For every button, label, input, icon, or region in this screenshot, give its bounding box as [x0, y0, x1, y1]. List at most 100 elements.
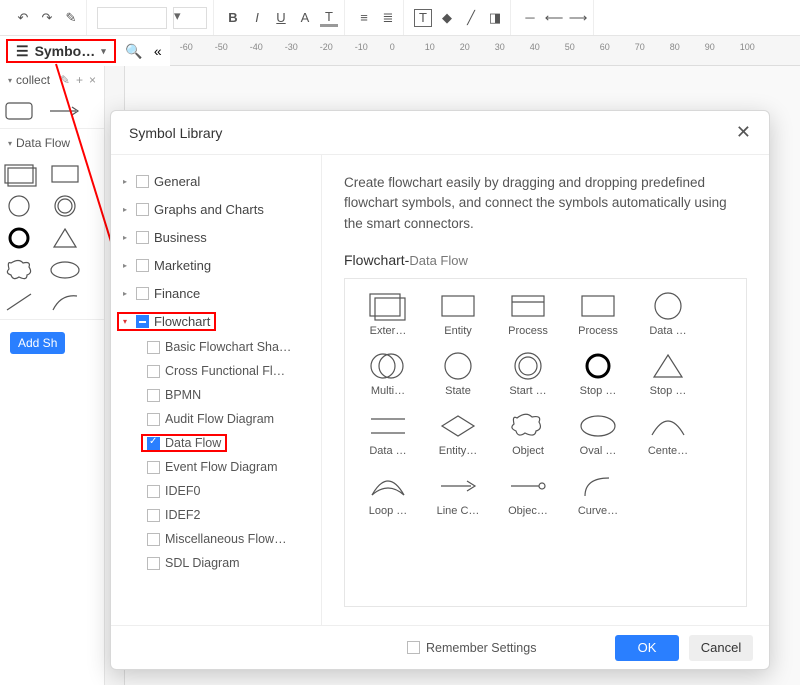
add-icon[interactable]: + — [76, 73, 83, 87]
search-icon[interactable]: 🔍 — [122, 43, 146, 60]
panel-shape-2[interactable] — [4, 195, 34, 217]
preview-shape[interactable]: State — [423, 351, 493, 397]
preview-shape[interactable]: Start … — [493, 351, 563, 397]
italic-icon[interactable]: I — [248, 9, 266, 27]
tree-subitem[interactable]: Data Flow — [111, 431, 321, 455]
tree-subitem[interactable]: Miscellaneous Flow… — [111, 527, 321, 551]
checkbox-icon — [147, 437, 160, 450]
arrow-end-icon[interactable]: ⟶ — [569, 9, 587, 27]
paint-icon[interactable]: ✎ — [62, 9, 80, 27]
arrow-start-icon[interactable]: ⟵ — [545, 9, 563, 27]
symbol-library-label: Symbo… — [35, 43, 96, 59]
ok-button[interactable]: OK — [615, 635, 679, 661]
tree-item[interactable]: ▸Business — [111, 223, 321, 251]
redo-icon[interactable]: ↷ — [38, 9, 56, 27]
collapse-panel-icon[interactable]: « — [146, 43, 170, 59]
preview-shape[interactable]: Line C… — [423, 471, 493, 517]
preview-shape[interactable]: Objec… — [493, 471, 563, 517]
format-toolbar: ↶ ↷ ✎ ▾ B I U A T ≡ ≣ T ◆ ╱ ◨ ─ ⟵ ⟶ — [0, 0, 800, 36]
tree-item[interactable]: ▸General — [111, 167, 321, 195]
checkbox-icon — [147, 461, 160, 474]
checkbox-icon — [147, 413, 160, 426]
panel-shape-5[interactable] — [50, 227, 80, 249]
tree-item[interactable]: ▸Finance — [111, 279, 321, 307]
symbol-library-button[interactable]: ☰ Symbo… ▾ — [6, 39, 116, 63]
tree-subitem[interactable]: IDEF2 — [111, 503, 321, 527]
shape-panel: ▾collect ✎+× ▾Data Flow Add Sh — [0, 66, 105, 685]
preview-shape[interactable]: Object — [493, 411, 563, 457]
align-icon[interactable]: ≡ — [355, 9, 373, 27]
preview-shape[interactable]: Multi… — [353, 351, 423, 397]
panel-shape-6[interactable] — [4, 259, 34, 281]
collect-section-header[interactable]: ▾collect ✎+× — [0, 66, 104, 94]
shape-rect[interactable] — [4, 100, 34, 122]
shape-preview-box: Exter…EntityProcessProcessData …Multi…St… — [344, 278, 747, 607]
shape-line-arrow[interactable] — [50, 100, 80, 122]
preview-shape[interactable]: Process — [563, 291, 633, 337]
panel-shape-0[interactable] — [4, 163, 34, 185]
preview-shape[interactable]: Stop … — [563, 351, 633, 397]
fill-icon[interactable]: ◆ — [438, 9, 456, 27]
preview-title: Flowchart-Data Flow — [344, 252, 747, 268]
undo-icon[interactable]: ↶ — [14, 9, 32, 27]
tree-subitem[interactable]: BPMN — [111, 383, 321, 407]
line-style-icon[interactable]: ╱ — [462, 9, 480, 27]
checkbox-icon — [147, 485, 160, 498]
tree-subitem[interactable]: Cross Functional Fl… — [111, 359, 321, 383]
remember-settings-checkbox[interactable]: Remember Settings — [407, 641, 536, 655]
checkbox-icon — [136, 315, 149, 328]
cancel-button[interactable]: Cancel — [689, 635, 753, 661]
preview-shape[interactable]: Entity… — [423, 411, 493, 457]
font-size-select[interactable]: ▾ — [173, 7, 207, 29]
dialog-title: Symbol Library — [129, 125, 222, 141]
line-icon[interactable]: ─ — [521, 9, 539, 27]
preview-shape[interactable]: Entity — [423, 291, 493, 337]
preview-shape[interactable]: Process — [493, 291, 563, 337]
preview-shape[interactable]: Loop … — [353, 471, 423, 517]
tree-subitem[interactable]: IDEF0 — [111, 479, 321, 503]
preview-shape[interactable]: Data … — [633, 291, 703, 337]
dialog-close-icon[interactable]: ✕ — [736, 122, 751, 143]
valign-icon[interactable]: ≣ — [379, 9, 397, 27]
checkbox-icon — [147, 509, 160, 522]
checkbox-icon — [147, 557, 160, 570]
preview-shape[interactable]: Curve… — [563, 471, 633, 517]
library-icon: ☰ — [16, 43, 29, 60]
checkbox-icon — [147, 341, 160, 354]
tree-item[interactable]: ▸Marketing — [111, 251, 321, 279]
highlight-icon[interactable]: T — [320, 9, 338, 27]
add-shape-button[interactable]: Add Sh — [10, 332, 65, 354]
preview-shape[interactable]: Cente… — [633, 411, 703, 457]
tree-subitem[interactable]: Event Flow Diagram — [111, 455, 321, 479]
close-icon[interactable]: × — [89, 73, 96, 87]
panel-shape-4[interactable] — [4, 227, 34, 249]
preview-shape[interactable]: Exter… — [353, 291, 423, 337]
font-color-icon[interactable]: A — [296, 9, 314, 27]
text-box-icon[interactable]: T — [414, 9, 432, 27]
bold-icon[interactable]: B — [224, 9, 242, 27]
checkbox-icon — [136, 287, 149, 300]
shadow-icon[interactable]: ◨ — [486, 9, 504, 27]
tree-item[interactable]: ▸Graphs and Charts — [111, 195, 321, 223]
edit-icon[interactable]: ✎ — [60, 73, 70, 87]
panel-shape-1[interactable] — [50, 163, 80, 185]
preview-shape[interactable]: Data … — [353, 411, 423, 457]
preview-shape[interactable]: Stop … — [633, 351, 703, 397]
panel-shape-7[interactable] — [50, 259, 80, 281]
checkbox-icon — [136, 231, 149, 244]
dataflow-section-header[interactable]: ▾Data Flow — [0, 129, 104, 157]
preview-shape[interactable]: Oval … — [563, 411, 633, 457]
checkbox-icon — [147, 533, 160, 546]
checkbox-icon — [136, 259, 149, 272]
tree-subitem[interactable]: Audit Flow Diagram — [111, 407, 321, 431]
font-family-select[interactable] — [97, 7, 167, 29]
panel-shape-8[interactable] — [4, 291, 34, 313]
panel-shape-3[interactable] — [50, 195, 80, 217]
underline-icon[interactable]: U — [272, 9, 290, 27]
tree-subitem[interactable]: Basic Flowchart Sha… — [111, 335, 321, 359]
checkbox-icon — [136, 175, 149, 188]
tree-subitem[interactable]: SDL Diagram — [111, 551, 321, 575]
checkbox-icon — [147, 365, 160, 378]
tree-item-flowchart[interactable]: ▾Flowchart — [111, 307, 321, 335]
panel-shape-9[interactable] — [50, 291, 80, 313]
